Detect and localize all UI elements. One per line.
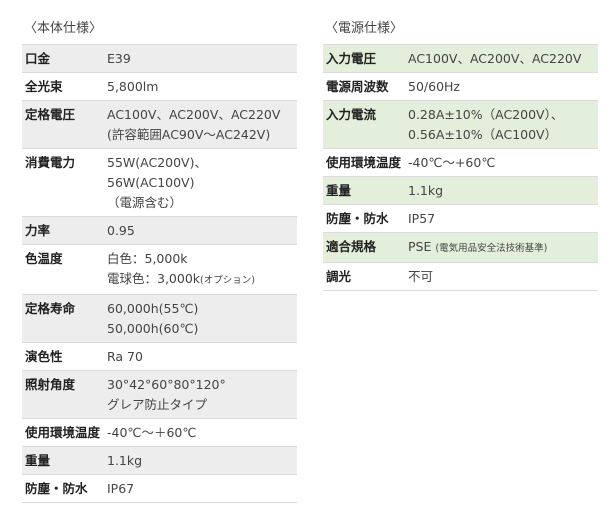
- table-row: 防塵・防水 IP67: [22, 474, 297, 503]
- spec-label: 消費電力: [22, 148, 107, 217]
- spec-value: AC100V、AC200V、AC220V (許容範囲AC90V～AC242V): [107, 100, 297, 149]
- table-row: 入力電流 0.28A±10%（AC200V）、 0.56A±10%（AC100V…: [323, 100, 598, 149]
- table-row: 調光 不可: [323, 262, 598, 291]
- table-row: 演色性 Ra 70: [22, 342, 297, 371]
- spec-value: 0.28A±10%（AC200V）、 0.56A±10%（AC100V）: [408, 100, 598, 149]
- spec-label: 防塵・防水: [22, 474, 107, 503]
- power-spec-section: 〈電源仕様〉 入力電圧 AC100V、AC200V、AC220V 電源周波数 5…: [323, 20, 598, 291]
- spec-value: 55W(AC200V)、 56W(AC100V) （電源含む）: [107, 148, 297, 217]
- table-row: 口金 E39: [22, 44, 297, 73]
- spec-label: 調光: [323, 262, 408, 291]
- spec-value: 1.1kg: [408, 176, 598, 205]
- spec-label: 全光束: [22, 72, 107, 101]
- spec-label: 適合規格: [323, 232, 408, 263]
- spec-label: 定格電圧: [22, 100, 107, 149]
- table-row: 使用環境温度 -40℃～+60℃: [323, 148, 598, 177]
- table-row: 定格電圧 AC100V、AC200V、AC220V (許容範囲AC90V～AC2…: [22, 100, 297, 149]
- table-row: 入力電圧 AC100V、AC200V、AC220V: [323, 44, 598, 73]
- spec-value: IP57: [408, 204, 598, 233]
- spec-label: 定格寿命: [22, 294, 107, 343]
- spec-label: 色温度: [22, 244, 107, 295]
- spec-label: 電源周波数: [323, 72, 408, 101]
- table-row: 消費電力 55W(AC200V)、 56W(AC100V) （電源含む）: [22, 148, 297, 217]
- spec-label: 入力電流: [323, 100, 408, 149]
- spec-label: 演色性: [22, 342, 107, 371]
- table-row: 電源周波数 50/60Hz: [323, 72, 598, 101]
- spec-value: 不可: [408, 262, 598, 291]
- table-row: 照射角度 30°42°60°80°120° グレア防止タイプ: [22, 370, 297, 419]
- spec-value: 50/60Hz: [408, 72, 598, 101]
- table-row: 防塵・防水 IP57: [323, 204, 598, 233]
- spec-label: 重量: [22, 446, 107, 475]
- spec-value: Ra 70: [107, 342, 297, 371]
- spec-value: -40℃～＋60℃: [107, 418, 297, 447]
- spec-value: PSE (電気用品安全法技術基準): [408, 232, 598, 263]
- body-spec-title: 〈本体仕様〉: [24, 21, 103, 36]
- spec-value: 5,800lm: [107, 72, 297, 101]
- spec-label: 口金: [22, 44, 107, 73]
- table-row: 定格寿命 60,000h(55℃) 50,000h(60℃): [22, 294, 297, 343]
- table-row: 使用環境温度 -40℃～＋60℃: [22, 418, 297, 447]
- spec-value: -40℃～+60℃: [408, 148, 598, 177]
- spec-label: 重量: [323, 176, 408, 205]
- table-row: 色温度 白色：5,000k 電球色：3,000k(オプション): [22, 244, 297, 295]
- table-row: 適合規格 PSE (電気用品安全法技術基準): [323, 232, 598, 263]
- spec-value: E39: [107, 44, 297, 73]
- spec-value: 30°42°60°80°120° グレア防止タイプ: [107, 370, 297, 419]
- spec-value: 0.95: [107, 216, 297, 245]
- spec-value: IP67: [107, 474, 297, 503]
- spec-label: 使用環境温度: [22, 418, 107, 447]
- page: 〈本体仕様〉 口金 E39 全光束 5,800lm 定格電圧 AC100V、AC…: [0, 0, 616, 516]
- spec-value: 1.1kg: [107, 446, 297, 475]
- table-row: 重量 1.1kg: [22, 446, 297, 475]
- spec-value: 60,000h(55℃) 50,000h(60℃): [107, 294, 297, 343]
- body-spec-table: 口金 E39 全光束 5,800lm 定格電圧 AC100V、AC200V、AC…: [22, 44, 297, 503]
- spec-value: AC100V、AC200V、AC220V: [408, 44, 598, 73]
- spec-label: 入力電圧: [323, 44, 408, 73]
- body-spec-section: 〈本体仕様〉 口金 E39 全光束 5,800lm 定格電圧 AC100V、AC…: [22, 20, 297, 503]
- power-spec-table: 入力電圧 AC100V、AC200V、AC220V 電源周波数 50/60Hz …: [323, 44, 598, 291]
- table-row: 重量 1.1kg: [323, 176, 598, 205]
- table-row: 全光束 5,800lm: [22, 72, 297, 101]
- table-row: 力率 0.95: [22, 216, 297, 245]
- spec-label: 照射角度: [22, 370, 107, 419]
- spec-label: 使用環境温度: [323, 148, 408, 177]
- spec-value: 白色：5,000k 電球色：3,000k(オプション): [107, 244, 297, 295]
- power-spec-title: 〈電源仕様〉: [325, 21, 404, 36]
- spec-label: 防塵・防水: [323, 204, 408, 233]
- spec-label: 力率: [22, 216, 107, 245]
